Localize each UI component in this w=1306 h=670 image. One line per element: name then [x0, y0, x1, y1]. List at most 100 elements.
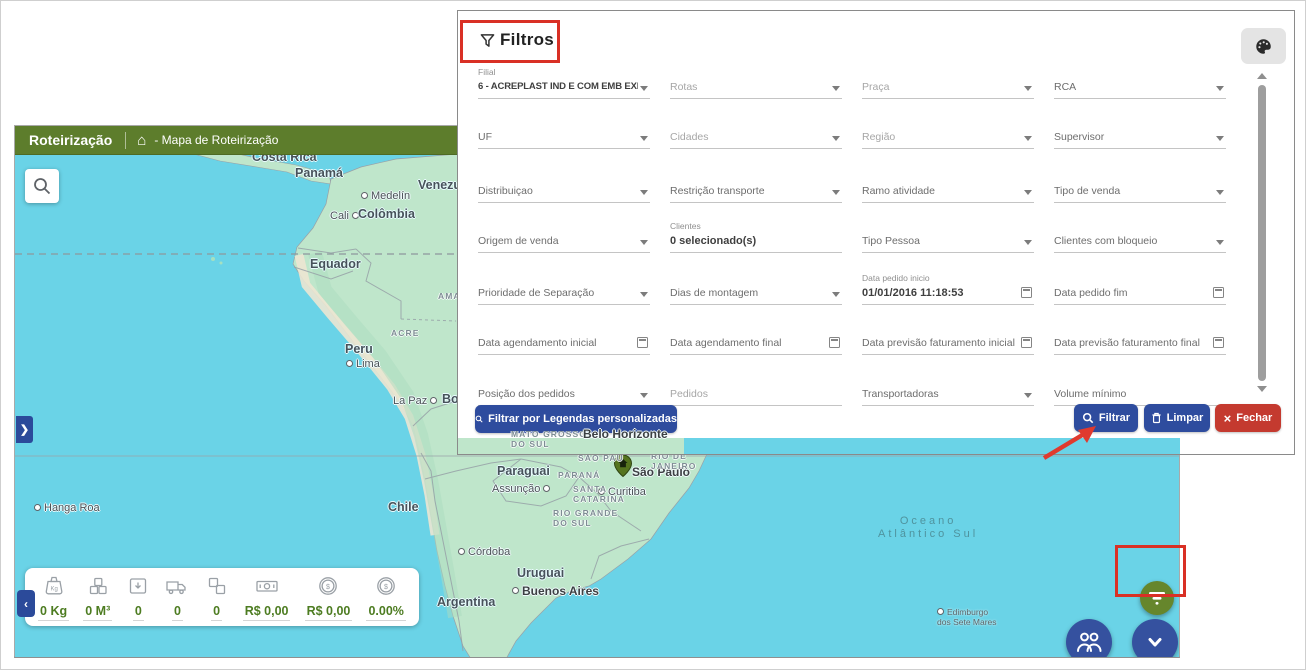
- field-underline: [1054, 252, 1226, 253]
- close-icon: ×: [1223, 410, 1232, 426]
- filter-field-tipo-pessoa[interactable]: Tipo Pessoa: [862, 223, 1034, 253]
- field-underline: [670, 304, 842, 305]
- scrollbar-up-arrow[interactable]: [1257, 73, 1267, 79]
- dropdown-arrow-icon: [1216, 240, 1224, 245]
- filter-field-prioridade-de-separacao[interactable]: Prioridade de Separação: [478, 275, 650, 305]
- filter-field-data-pedido-inicio[interactable]: Data pedido inicio 01/01/2016 11:18:53: [862, 273, 1034, 305]
- filter-field-pedidos[interactable]: Pedidos: [670, 376, 842, 406]
- filter-field-origem-de-venda[interactable]: Origem de venda: [478, 223, 650, 253]
- filter-field-regiao[interactable]: Região: [862, 119, 1034, 149]
- totals-bar-collapse-button[interactable]: ‹: [17, 590, 35, 617]
- filter-field-cidades[interactable]: Cidades: [670, 119, 842, 149]
- map-label-oceano-atlantico-sul: Oceano Atlântico Sul: [878, 515, 979, 540]
- left-drawer-toggle[interactable]: ❯: [16, 416, 33, 443]
- dropdown-arrow-icon: [640, 190, 648, 195]
- filter-field-data-agendamento-final[interactable]: Data agendamento final: [670, 325, 842, 355]
- breadcrumb: - Mapa de Roteirização: [154, 133, 279, 147]
- filter-field-praca[interactable]: Praça: [862, 69, 1034, 99]
- map-label-assuncao: Assunção: [492, 483, 551, 496]
- field-underline: [862, 202, 1034, 203]
- clients-fab[interactable]: [1066, 619, 1112, 657]
- scrollbar-down-arrow[interactable]: [1257, 386, 1267, 392]
- dropdown-arrow-icon: [1024, 190, 1032, 195]
- stat-r-0-00: R$ 0,00: [242, 574, 291, 621]
- stat-value: R$ 0,00: [242, 603, 291, 621]
- chevron-down-icon: [1148, 638, 1162, 647]
- filter-field-filial[interactable]: Filial 6 - ACREPLAST IND E COM EMB EXP E …: [478, 67, 650, 99]
- map-label-parana: PARANÁ: [558, 470, 601, 480]
- collapse-fab[interactable]: [1132, 619, 1178, 657]
- filter-field-data-agendamento-inicial[interactable]: Data agendamento inicial: [478, 325, 650, 355]
- field-underline: [478, 304, 650, 305]
- field-underline: [478, 98, 650, 99]
- filter-field-ramo-atividade[interactable]: Ramo atividade: [862, 173, 1034, 203]
- field-underline: [670, 202, 842, 203]
- field-label: Dias de montagem: [670, 287, 759, 299]
- filter-field-posicao-dos-pedidos[interactable]: Posição dos pedidos: [478, 376, 650, 406]
- annotation-arrow: [1042, 426, 1096, 460]
- dropdown-arrow-icon: [1024, 136, 1032, 141]
- field-label: RCA: [1054, 81, 1077, 93]
- filter-field-data-previsao-faturamento-final[interactable]: Data previsão faturamento final: [1054, 325, 1226, 355]
- field-underline: [670, 252, 842, 253]
- field-label: Prioridade de Separação: [478, 287, 595, 299]
- map-label-peru: Peru: [345, 342, 373, 356]
- field-label: Data previsão faturamento inicial: [862, 337, 1015, 349]
- filters-panel: Filtros Filial 6 - ACREPLAST IND E COM EM…: [457, 10, 1295, 455]
- filter-field-distribuicao[interactable]: Distribuiçao: [478, 173, 650, 203]
- palette-icon: [1256, 38, 1271, 54]
- field-label: Tipo de venda: [1054, 185, 1121, 197]
- map-label-medelin: Medelín: [361, 190, 410, 203]
- filter-field-transportadoras[interactable]: Transportadoras: [862, 376, 1034, 406]
- home-icon[interactable]: ⌂: [137, 133, 146, 148]
- map-label-venezu: Venezu: [418, 178, 462, 192]
- field-underline: [862, 304, 1034, 305]
- legend-colors-button[interactable]: [1241, 28, 1286, 64]
- field-value: 0 selecionado(s): [670, 235, 757, 247]
- filter-field-rotas[interactable]: Rotas: [670, 69, 842, 99]
- box-icon: [126, 574, 150, 603]
- field-label: UF: [478, 131, 492, 143]
- filter-field-data-previsao-faturamento-inicial[interactable]: Data previsão faturamento inicial: [862, 325, 1034, 355]
- field-label: Restrição transporte: [670, 185, 765, 197]
- filter-field-rca[interactable]: RCA: [1054, 69, 1226, 99]
- filter-field-data-pedido-fim[interactable]: Data pedido fim: [1054, 275, 1226, 305]
- field-label: Origem de venda: [478, 235, 559, 247]
- weight-icon: Kg: [42, 574, 66, 603]
- map-label-cordoba: Córdoba: [458, 546, 510, 559]
- field-underline: [862, 252, 1034, 253]
- map-search-button[interactable]: [25, 169, 59, 203]
- calendar-icon: [637, 337, 648, 348]
- field-underline: [478, 354, 650, 355]
- clear-filters-button[interactable]: Limpar: [1144, 404, 1210, 432]
- map-label-equador: Equador: [310, 257, 361, 271]
- scrollbar-thumb[interactable]: [1258, 85, 1266, 381]
- stat-value: 0: [171, 603, 183, 621]
- close-panel-button[interactable]: × Fechar: [1215, 404, 1281, 432]
- dropdown-arrow-icon: [1024, 86, 1032, 91]
- filter-field-tipo-de-venda[interactable]: Tipo de venda: [1054, 173, 1226, 203]
- filter-field-clientes-com-bloqueio[interactable]: Clientes com bloqueio: [1054, 223, 1226, 253]
- field-label: Praça: [862, 81, 890, 93]
- calendar-icon: [1021, 337, 1032, 348]
- filter-field-clientes[interactable]: Clientes 0 selecionado(s): [670, 221, 842, 253]
- field-underline: [478, 252, 650, 253]
- annotation-box-filtros: [460, 20, 560, 63]
- filter-field-dias-de-montagem[interactable]: Dias de montagem: [670, 275, 842, 305]
- coin-icon: $: [374, 574, 398, 603]
- app-title: Roteirização: [29, 132, 113, 148]
- field-underline: [670, 354, 842, 355]
- filter-field-uf[interactable]: UF: [478, 119, 650, 149]
- stat-0: 0: [126, 574, 150, 621]
- filter-field-supervisor[interactable]: Supervisor: [1054, 119, 1226, 149]
- field-underline: [670, 98, 842, 99]
- search-icon: [34, 178, 51, 195]
- filter-field-volume-minimo[interactable]: Volume mínimo: [1054, 376, 1226, 406]
- field-label: Data pedido fim: [1054, 287, 1128, 299]
- field-underline: [478, 202, 650, 203]
- field-underline: [478, 148, 650, 149]
- field-label: Transportadoras: [862, 388, 939, 400]
- dropdown-arrow-icon: [1216, 190, 1224, 195]
- filter-field-restricao-transporte[interactable]: Restrição transporte: [670, 173, 842, 203]
- map-label-chile: Chile: [388, 500, 419, 514]
